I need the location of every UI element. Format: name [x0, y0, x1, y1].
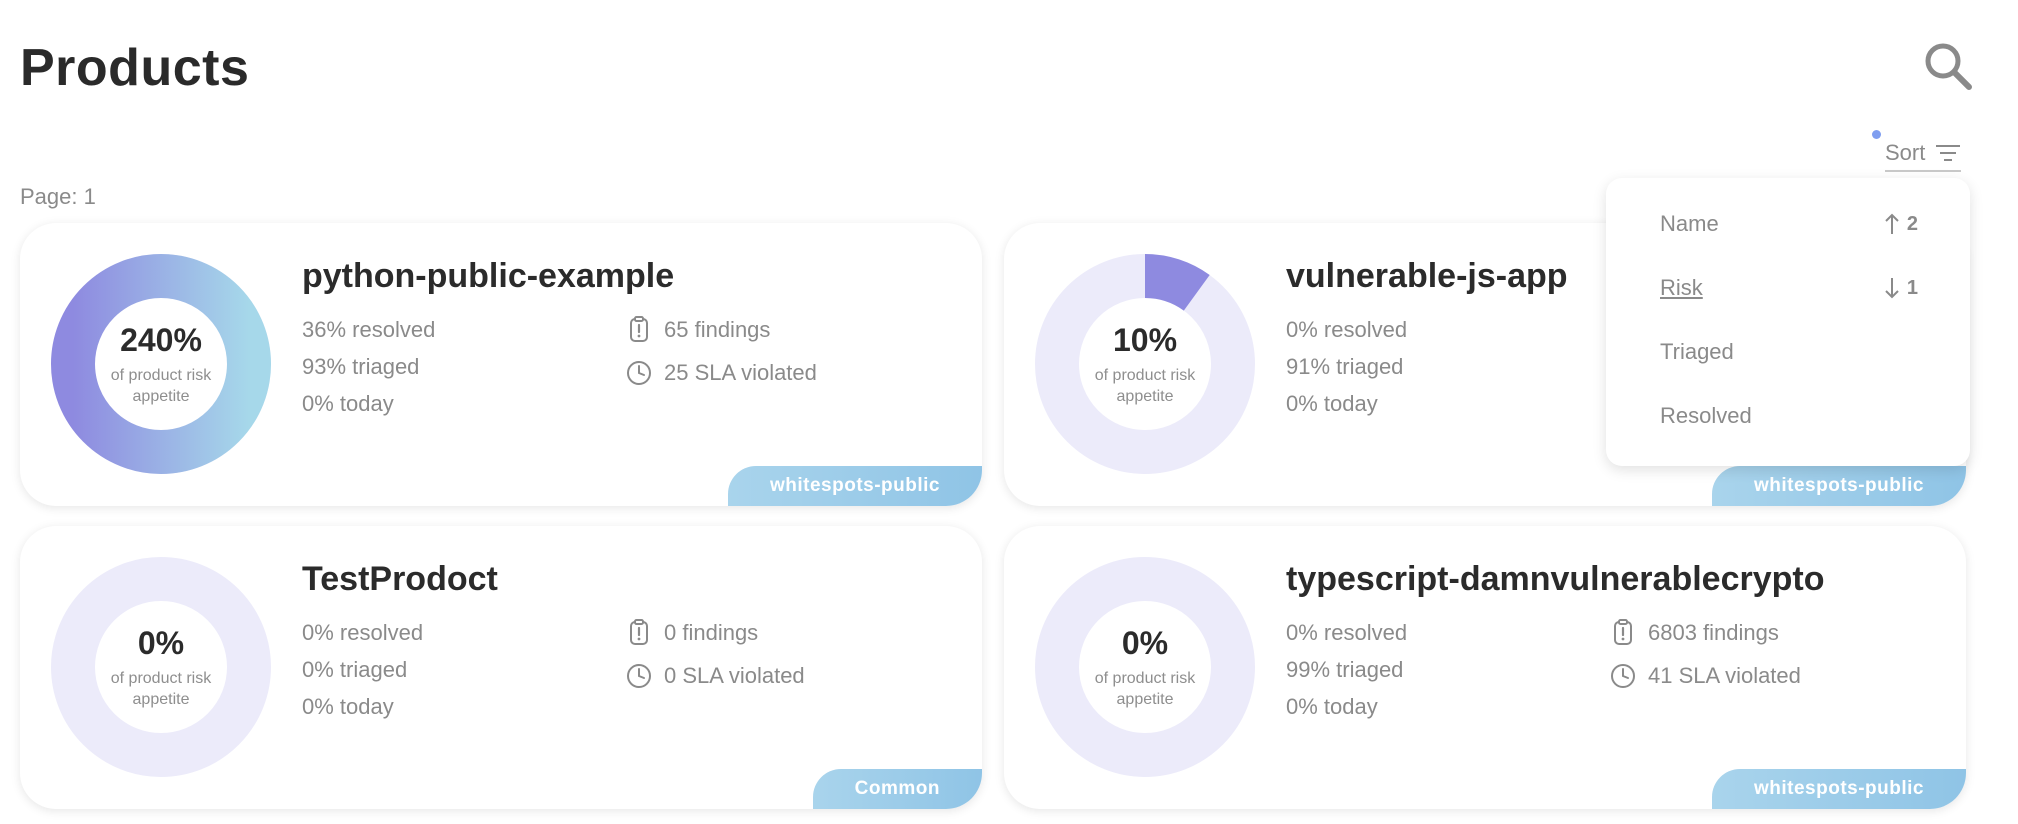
product-stats: 0% resolved 0% triaged 0% today	[302, 620, 423, 719]
product-card[interactable]: 0% of product risk appetite typescript-dam…	[1004, 526, 1966, 809]
product-card[interactable]: 0% of product risk appetite TestProdoct 0% …	[20, 526, 982, 809]
resolved-stat: 0% resolved	[302, 620, 424, 645]
sort-button[interactable]: Sort	[1885, 140, 1962, 172]
sort-order-indicator: 1	[1883, 276, 1918, 300]
filter-lines-icon	[1936, 145, 1961, 161]
search-icon	[1925, 43, 1972, 90]
sort-option-risk[interactable]: Risk 1	[1606, 256, 1970, 320]
findings-row: 6803 findings	[1608, 618, 1801, 648]
risk-caption: of product risk appetite	[110, 366, 212, 405]
today-stat: 0% today	[302, 694, 394, 719]
risk-percent: 0%	[1121, 624, 1169, 661]
risk-donut-label: 240% of product risk appetite	[51, 254, 271, 474]
sort-order-number: 1	[1906, 276, 1918, 299]
page-title: Products	[20, 39, 250, 97]
resolved-stat: 0% resolved	[1286, 620, 1408, 645]
risk-caption: of product risk appetite	[1094, 669, 1196, 708]
sla-violated-count: 41 SLA violated	[1648, 663, 1801, 688]
sort-option-name[interactable]: Name 2	[1606, 192, 1970, 256]
product-name[interactable]: vulnerable-js-app	[1286, 257, 1568, 296]
sla-row: 41 SLA violated	[1608, 661, 1801, 691]
product-meta: 65 findings 25 SLA violated	[624, 315, 817, 388]
findings-row: 65 findings	[624, 315, 817, 345]
clock-icon	[627, 361, 651, 385]
product-name[interactable]: typescript-damnvulnerablecrypto	[1286, 560, 1824, 599]
sla-violated-count: 0 SLA violated	[664, 663, 805, 688]
arrow-up-icon	[1885, 213, 1899, 234]
sort-order-number: 2	[1906, 212, 1918, 235]
resolved-stat: 0% resolved	[1286, 317, 1408, 342]
page-indicator: Page: 1	[20, 184, 96, 209]
risk-donut-label: 10% of product risk appetite	[1035, 254, 1255, 474]
sort-option-label: Resolved	[1660, 403, 1752, 428]
resolved-stat: 36% resolved	[302, 317, 436, 342]
products-page: Products Sort Page: 1 240% of product ris…	[0, 0, 2018, 824]
sort-option-label: Risk	[1660, 275, 1703, 300]
sort-option-resolved[interactable]: Resolved	[1606, 384, 1970, 448]
clipboard-alert-icon	[630, 316, 648, 342]
sort-order-indicator: 2	[1883, 212, 1918, 236]
triaged-stat: 0% triaged	[302, 657, 408, 682]
sla-row: 0 SLA violated	[624, 661, 805, 691]
risk-percent: 0%	[137, 624, 185, 661]
risk-percent: 240%	[120, 321, 202, 358]
arrow-down-icon	[1885, 278, 1899, 299]
risk-caption: of product risk appetite	[110, 669, 212, 708]
sort-option-triaged[interactable]: Triaged	[1606, 320, 1970, 384]
today-stat: 0% today	[1286, 391, 1378, 416]
sort-option-label: Triaged	[1660, 339, 1734, 364]
product-name[interactable]: python-public-example	[302, 257, 674, 296]
today-stat: 0% today	[302, 391, 394, 416]
clock-icon	[627, 664, 651, 688]
findings-count: 65 findings	[664, 317, 771, 342]
sort-dropdown: Name 2 Risk 1 Triaged Resolved	[1606, 178, 1970, 466]
team-tag[interactable]: whitespots-public	[728, 466, 982, 506]
findings-row: 0 findings	[624, 618, 805, 648]
sla-violated-count: 25 SLA violated	[664, 360, 817, 385]
team-tag[interactable]: whitespots-public	[1712, 769, 1966, 809]
clipboard-alert-icon	[1614, 619, 1632, 645]
findings-count: 0 findings	[664, 620, 759, 645]
product-meta: 6803 findings 41 SLA violated	[1608, 618, 1801, 691]
sort-label: Sort	[1885, 140, 1926, 165]
sort-active-indicator	[1872, 130, 1881, 139]
clock-icon	[1611, 664, 1635, 688]
product-card[interactable]: 240% of product risk appetite python-publi…	[20, 223, 982, 506]
sla-row: 25 SLA violated	[624, 358, 817, 388]
findings-count: 6803 findings	[1648, 620, 1779, 645]
today-stat: 0% today	[1286, 694, 1378, 719]
team-tag[interactable]: Common	[812, 769, 982, 809]
triaged-stat: 91% triaged	[1286, 354, 1404, 379]
clipboard-alert-icon	[630, 619, 648, 645]
product-name[interactable]: TestProdoct	[302, 560, 498, 599]
risk-donut-label: 0% of product risk appetite	[1035, 557, 1255, 777]
risk-donut-label: 0% of product risk appetite	[51, 557, 271, 777]
product-stats: 0% resolved 91% triaged 0% today	[1286, 317, 1407, 416]
product-stats: 36% resolved 93% triaged 0% today	[302, 317, 435, 416]
product-meta: 0 findings 0 SLA violated	[624, 618, 805, 691]
risk-caption: of product risk appetite	[1094, 366, 1196, 405]
triaged-stat: 93% triaged	[302, 354, 420, 379]
sort-option-label: Name	[1660, 211, 1719, 236]
triaged-stat: 99% triaged	[1286, 657, 1404, 682]
product-stats: 0% resolved 99% triaged 0% today	[1286, 620, 1407, 719]
search-button[interactable]	[1922, 40, 1974, 92]
risk-percent: 10%	[1112, 321, 1178, 358]
team-tag[interactable]: whitespots-public	[1712, 466, 1966, 506]
